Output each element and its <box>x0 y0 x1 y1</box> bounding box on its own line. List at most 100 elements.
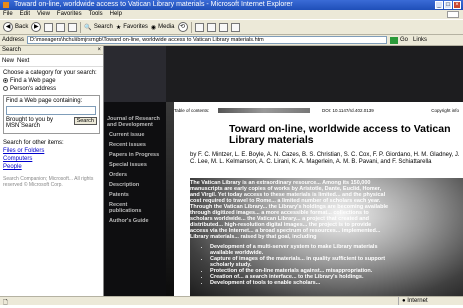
close-button[interactable]: × <box>453 1 461 9</box>
search-button[interactable]: 🔍 Search <box>84 21 113 33</box>
zone-label: Internet <box>407 298 428 304</box>
link-files-folders[interactable]: Files or Folders <box>3 148 100 154</box>
history-icon[interactable]: ⟲ <box>177 22 188 32</box>
nav-item-current-issue[interactable]: Current issue <box>104 130 166 140</box>
discuss-icon[interactable] <box>230 22 240 32</box>
favorites-label: Favorites <box>123 24 148 30</box>
back-arrow-icon: ◀ <box>3 22 13 32</box>
search-pane-body: Choose a category for your search: Find … <box>0 67 103 193</box>
edit-icon[interactable] <box>218 22 228 32</box>
nav-item-special-issues[interactable]: Special issues <box>104 160 166 170</box>
address-input[interactable]: D:\mseagers\hchu\ibmjrsrngb\Toward on-li… <box>27 36 388 44</box>
choose-category-label: Choose a category for your search: <box>3 70 97 76</box>
link-computers[interactable]: Computers <box>3 156 100 162</box>
nav-journal-title[interactable]: Journal of Research and Development <box>104 102 166 130</box>
address-bar: Address D:\mseagers\hchu\ibmjrsrngb\Towa… <box>0 35 463 46</box>
go-arrow-icon <box>390 36 399 44</box>
toolbar: ◀ Back ▶ 🔍 Search ★ Favorites ◉ Media ⟲ <box>0 19 463 35</box>
mail-icon[interactable] <box>194 22 204 32</box>
windows-logo-icon <box>447 11 459 18</box>
minimize-button[interactable]: _ <box>435 1 443 9</box>
radio-icon[interactable] <box>3 78 8 83</box>
search-pane: Search × New Next Choose a category for … <box>0 46 104 296</box>
new-search-button[interactable]: New <box>2 58 14 64</box>
article-area: Table of contents: DOI: 10.1147/rd.402.0… <box>174 102 463 296</box>
option-person-label: Person's address <box>10 86 57 93</box>
search-footer: Search Companion; Microsoft... All right… <box>3 176 94 189</box>
option-web-label: Find a Web page <box>10 78 56 85</box>
search-label: Search <box>93 24 113 30</box>
menu-favorites[interactable]: Favorites <box>57 10 82 19</box>
toolbar-separator <box>80 21 82 33</box>
forward-button[interactable]: ▶ <box>31 22 42 32</box>
security-zone: ● Internet <box>398 297 463 305</box>
list-item: Development of tools to enable scholars.… <box>210 280 390 286</box>
article-bullets: Development of a multi-server system to … <box>202 244 390 286</box>
web-content: Journal of Research and Development Curr… <box>104 46 463 296</box>
list-item: Development of a multi-server system to … <box>210 244 390 256</box>
article-authors: by F. C. Mintzer, L. E. Boyle, A. N. Caz… <box>190 152 460 165</box>
header-image <box>218 108 310 113</box>
search-row: Brought to you by MSN Search Search <box>6 117 97 129</box>
toc-link[interactable]: Table of contents: <box>174 108 209 113</box>
next-button[interactable]: Next <box>17 58 29 64</box>
media-icon: ◉ <box>150 24 157 31</box>
go-label: Go <box>400 37 409 43</box>
print-icon[interactable] <box>206 22 216 32</box>
toolbar-separator <box>190 21 192 33</box>
copyright-link[interactable]: Copyright info <box>431 108 459 113</box>
menu-help[interactable]: Help <box>110 10 122 19</box>
article-title: Toward on-line, worldwide access to Vati… <box>229 123 451 146</box>
go-button[interactable]: Go <box>390 36 409 44</box>
ie-icon <box>3 2 9 8</box>
stop-icon[interactable] <box>44 22 54 32</box>
menu-tools[interactable]: Tools <box>89 10 103 19</box>
article-meta-strip: Table of contents: DOI: 10.1147/rd.402.0… <box>174 108 463 113</box>
page-banner <box>104 46 463 102</box>
other-items-label: Search for other items: <box>3 140 64 147</box>
find-input[interactable] <box>6 106 96 116</box>
banner-left-panel <box>104 46 166 102</box>
nav-item-recent-publications[interactable]: Recent publications <box>104 200 166 216</box>
search-pane-title: Search <box>2 47 22 53</box>
media-button[interactable]: ◉ Media <box>151 21 175 33</box>
nav-item-orders[interactable]: Orders <box>104 170 166 180</box>
back-button[interactable]: ◀ Back <box>3 21 28 33</box>
radio-icon[interactable] <box>3 86 8 92</box>
list-item: Capture of images of the materials... in… <box>210 256 390 268</box>
window-controls: _ □ × <box>435 1 461 9</box>
close-icon[interactable]: × <box>97 47 101 53</box>
home-icon[interactable] <box>68 22 78 32</box>
media-label: Media <box>158 24 175 30</box>
nav-item-description[interactable]: Description <box>104 180 166 190</box>
search-pane-header: Search × <box>0 46 103 55</box>
address-label: Address <box>2 37 25 43</box>
nav-item-patents[interactable]: Patents <box>104 190 166 200</box>
menu-edit[interactable]: Edit <box>20 10 30 19</box>
maximize-button[interactable]: □ <box>444 1 452 9</box>
menu-file[interactable]: File <box>3 10 13 19</box>
menubar: File Edit View Favorites Tools Help <box>0 10 463 19</box>
option-web-row[interactable]: Find a Web page <box>3 78 100 84</box>
star-icon: ★ <box>115 24 122 31</box>
doi-label: DOI: 10.1147/rd.402.0139 <box>322 108 374 113</box>
status-bar: 🗋 ● Internet <box>0 296 463 306</box>
search-submit-button[interactable]: Search <box>73 117 97 126</box>
search-pane-tools: New Next <box>0 55 103 67</box>
option-person-row[interactable]: Person's address <box>3 86 100 92</box>
nav-item-recent-issues[interactable]: Recent issues <box>104 140 166 150</box>
window-titlebar: Toward on-line, worldwide access to Vati… <box>0 0 463 10</box>
nav-divider <box>166 102 174 296</box>
nav-item-papers-in-progress[interactable]: Papers in Progress <box>104 150 166 160</box>
favorites-button[interactable]: ★ Favorites <box>116 21 148 33</box>
article-abstract: The Vatican Library is an extraordinary … <box>190 180 389 240</box>
link-people[interactable]: People <box>3 164 100 170</box>
nav-item-authors-guide[interactable]: Author's Guide <box>104 216 166 226</box>
left-navigation: Journal of Research and Development Curr… <box>104 102 166 296</box>
find-box: Find a Web page containing: Brought to y… <box>3 95 100 135</box>
find-label: Find a Web page containing: <box>6 98 83 105</box>
refresh-icon[interactable] <box>56 22 66 32</box>
menu-view[interactable]: View <box>37 10 50 19</box>
back-label: Back <box>15 24 29 30</box>
links-label[interactable]: Links <box>413 37 427 43</box>
